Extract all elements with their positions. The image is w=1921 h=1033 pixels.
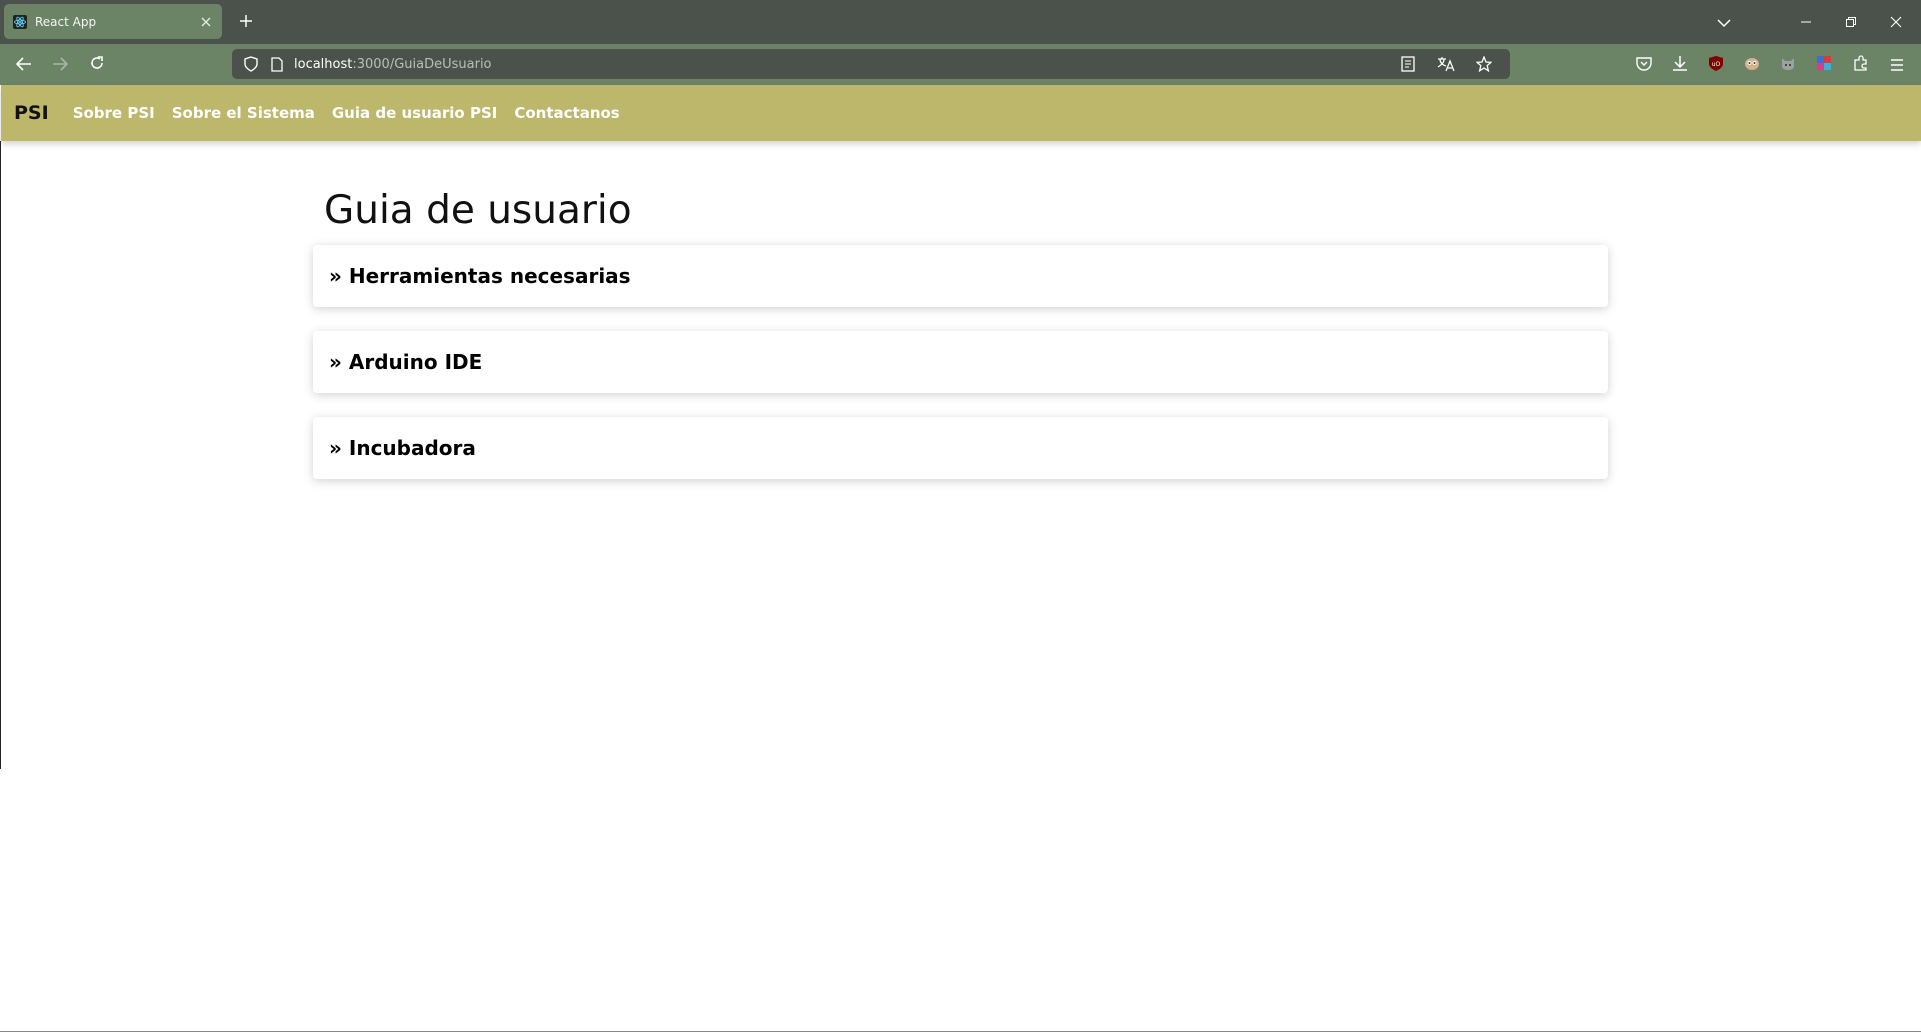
shield-icon[interactable]: [242, 55, 260, 73]
nav-link-contactanos[interactable]: Contactanos: [514, 104, 619, 122]
ublock-button[interactable]: uO: [1705, 54, 1727, 76]
browser-tab[interactable]: React App: [4, 4, 222, 39]
restore-icon: [1845, 13, 1857, 32]
url-path: :3000/GuiaDeUsuario: [352, 56, 492, 72]
arrow-right-icon: [52, 56, 69, 75]
accordion-item-title: » Incubadora: [329, 436, 476, 460]
window-bottom-border: [0, 1031, 1921, 1032]
list-tabs-button[interactable]: [1714, 12, 1734, 32]
page-title: Guia de usuario: [324, 188, 632, 233]
new-tab-button[interactable]: [236, 12, 256, 32]
ublock-icon: uO: [1708, 55, 1724, 76]
extension-face-icon: [1744, 56, 1760, 75]
hamburger-menu-icon: [1890, 56, 1904, 75]
reload-icon: [89, 55, 105, 75]
nav-link-sobre-el-sistema[interactable]: Sobre el Sistema: [172, 104, 315, 122]
star-icon[interactable]: [1474, 54, 1494, 74]
puzzle-icon: [1853, 55, 1869, 75]
pocket-button[interactable]: [1633, 54, 1655, 76]
forward-button[interactable]: [49, 54, 71, 76]
browser-tab-strip: React App: [0, 0, 1921, 44]
svg-text:uO: uO: [1712, 61, 1721, 68]
extensions-button[interactable]: [1850, 54, 1872, 76]
page-icon[interactable]: [268, 55, 286, 73]
extension-flag-icon: [1816, 55, 1832, 75]
restore-button[interactable]: [1841, 12, 1861, 32]
reader-view-icon[interactable]: [1398, 54, 1418, 74]
nav-link-sobre-psi[interactable]: Sobre PSI: [73, 104, 155, 122]
close-icon[interactable]: [198, 14, 214, 30]
accordion-item-title: » Arduino IDE: [329, 350, 483, 374]
pocket-icon: [1636, 56, 1652, 75]
reload-button[interactable]: [86, 54, 108, 76]
chevron-down-icon: [1717, 13, 1731, 32]
url-bar[interactable]: localhost:3000/GuiaDeUsuario: [232, 49, 1510, 79]
back-button[interactable]: [13, 54, 35, 76]
extension-cat-button[interactable]: [1777, 54, 1799, 76]
react-logo-icon: [12, 14, 28, 30]
arrow-left-icon: [15, 56, 32, 75]
downloads-button[interactable]: [1669, 54, 1691, 76]
url-text[interactable]: localhost:3000/GuiaDeUsuario: [294, 57, 492, 72]
accordion-item-title: » Herramientas necesarias: [329, 264, 631, 288]
tab-title: React App: [35, 14, 97, 29]
accordion-item-incubadora[interactable]: » Incubadora: [313, 417, 1608, 479]
nav-link-guia-de-usuario[interactable]: Guia de usuario PSI: [332, 104, 497, 122]
app-navbar: PSI Sobre PSI Sobre el Sistema Guia de u…: [1, 85, 1921, 141]
extension-cat-icon: [1780, 56, 1796, 75]
close-window-button[interactable]: [1886, 12, 1906, 32]
browser-toolbar: localhost:3000/GuiaDeUsuario uO: [0, 44, 1921, 85]
url-host: localhost: [294, 56, 353, 72]
app-menu-button[interactable]: [1886, 54, 1908, 76]
minimize-icon: [1800, 13, 1812, 32]
page-left-border: [0, 141, 1, 769]
translate-icon[interactable]: [1436, 54, 1456, 74]
accordion-item-arduino-ide[interactable]: » Arduino IDE: [313, 331, 1608, 393]
plus-icon: [239, 13, 253, 32]
download-icon: [1672, 55, 1688, 75]
accordion-item-herramientas[interactable]: » Herramientas necesarias: [313, 245, 1608, 307]
extension-flag-button[interactable]: [1813, 54, 1835, 76]
brand-logo[interactable]: PSI: [14, 102, 49, 124]
extension-face-button[interactable]: [1741, 54, 1763, 76]
close-icon: [1890, 13, 1902, 32]
minimize-button[interactable]: [1796, 12, 1816, 32]
